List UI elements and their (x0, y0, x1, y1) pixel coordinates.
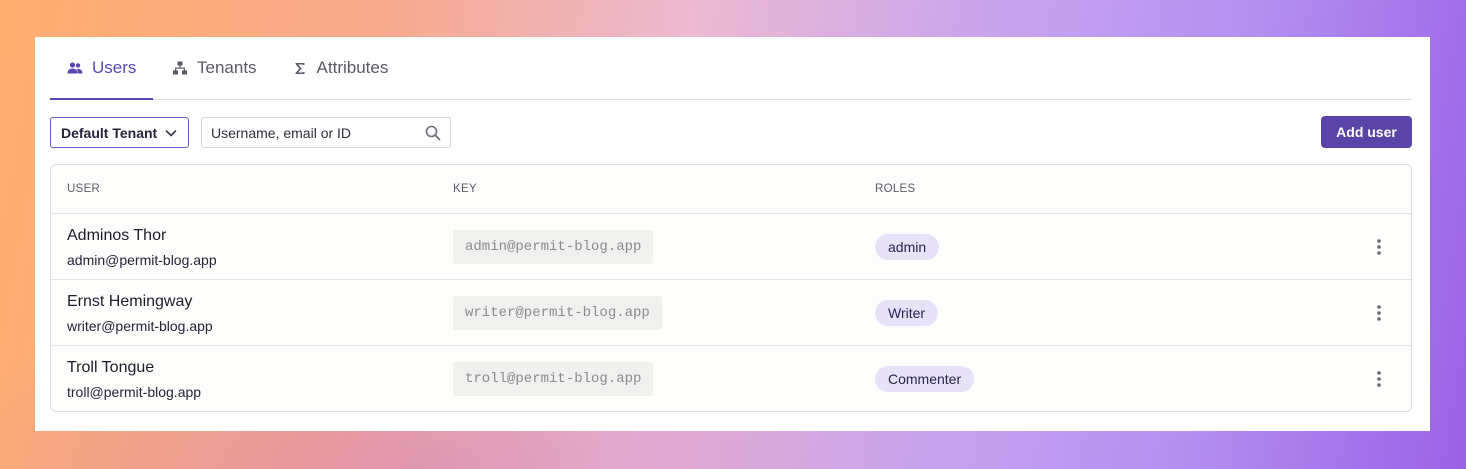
user-name: Troll Tongue (67, 359, 155, 376)
user-key: troll@permit-blog.app (453, 362, 654, 396)
more-options-icon[interactable] (1369, 236, 1389, 258)
column-header-roles: ROLES (875, 183, 916, 195)
user-email: troll@permit-blog.app (67, 384, 202, 400)
user-name: Adminos Thor (67, 227, 167, 244)
search-icon[interactable] (425, 125, 441, 141)
tab-users[interactable]: Users (50, 37, 153, 100)
table-row: Adminos Thor admin@permit-blog.app admin… (51, 214, 1411, 280)
user-key: writer@permit-blog.app (453, 296, 662, 330)
role-badge: admin (875, 234, 940, 260)
users-icon (66, 59, 84, 77)
tab-users-label: Users (92, 58, 137, 77)
tab-attributes-label: Attributes (316, 58, 389, 77)
column-header-user: USER (67, 183, 101, 195)
tab-attributes[interactable]: Attributes (275, 37, 405, 99)
search-input[interactable] (211, 123, 416, 143)
chevron-down-icon (164, 126, 178, 140)
table-header: USER KEY ROLES (51, 165, 1411, 214)
tab-bar: Users Tenants Attributes (50, 37, 1412, 100)
column-header-key: KEY (453, 183, 477, 195)
more-options-icon[interactable] (1369, 302, 1389, 324)
users-table: USER KEY ROLES Adminos Thor admin@permit… (50, 164, 1412, 412)
more-options-icon[interactable] (1369, 368, 1389, 390)
hierarchy-icon (171, 59, 189, 77)
tenant-select-value: Default Tenant (61, 124, 158, 141)
role-badge: Commenter (875, 366, 975, 392)
role-badge: Writer (875, 300, 939, 326)
search-box (201, 117, 451, 148)
sigma-icon (291, 59, 309, 77)
add-user-button[interactable]: Add user (1321, 116, 1412, 148)
users-panel: Users Tenants Attributes Default Tenant … (35, 37, 1430, 431)
user-email: writer@permit-blog.app (67, 318, 213, 334)
table-row: Ernst Hemingway writer@permit-blog.app w… (51, 280, 1411, 346)
tab-tenants-label: Tenants (197, 58, 257, 77)
table-row: Troll Tongue troll@permit-blog.app troll… (51, 346, 1411, 411)
tab-tenants[interactable]: Tenants (155, 37, 273, 99)
tenant-select[interactable]: Default Tenant (50, 117, 189, 148)
user-email: admin@permit-blog.app (67, 252, 217, 268)
user-key: admin@permit-blog.app (453, 230, 654, 264)
user-name: Ernst Hemingway (67, 293, 193, 310)
